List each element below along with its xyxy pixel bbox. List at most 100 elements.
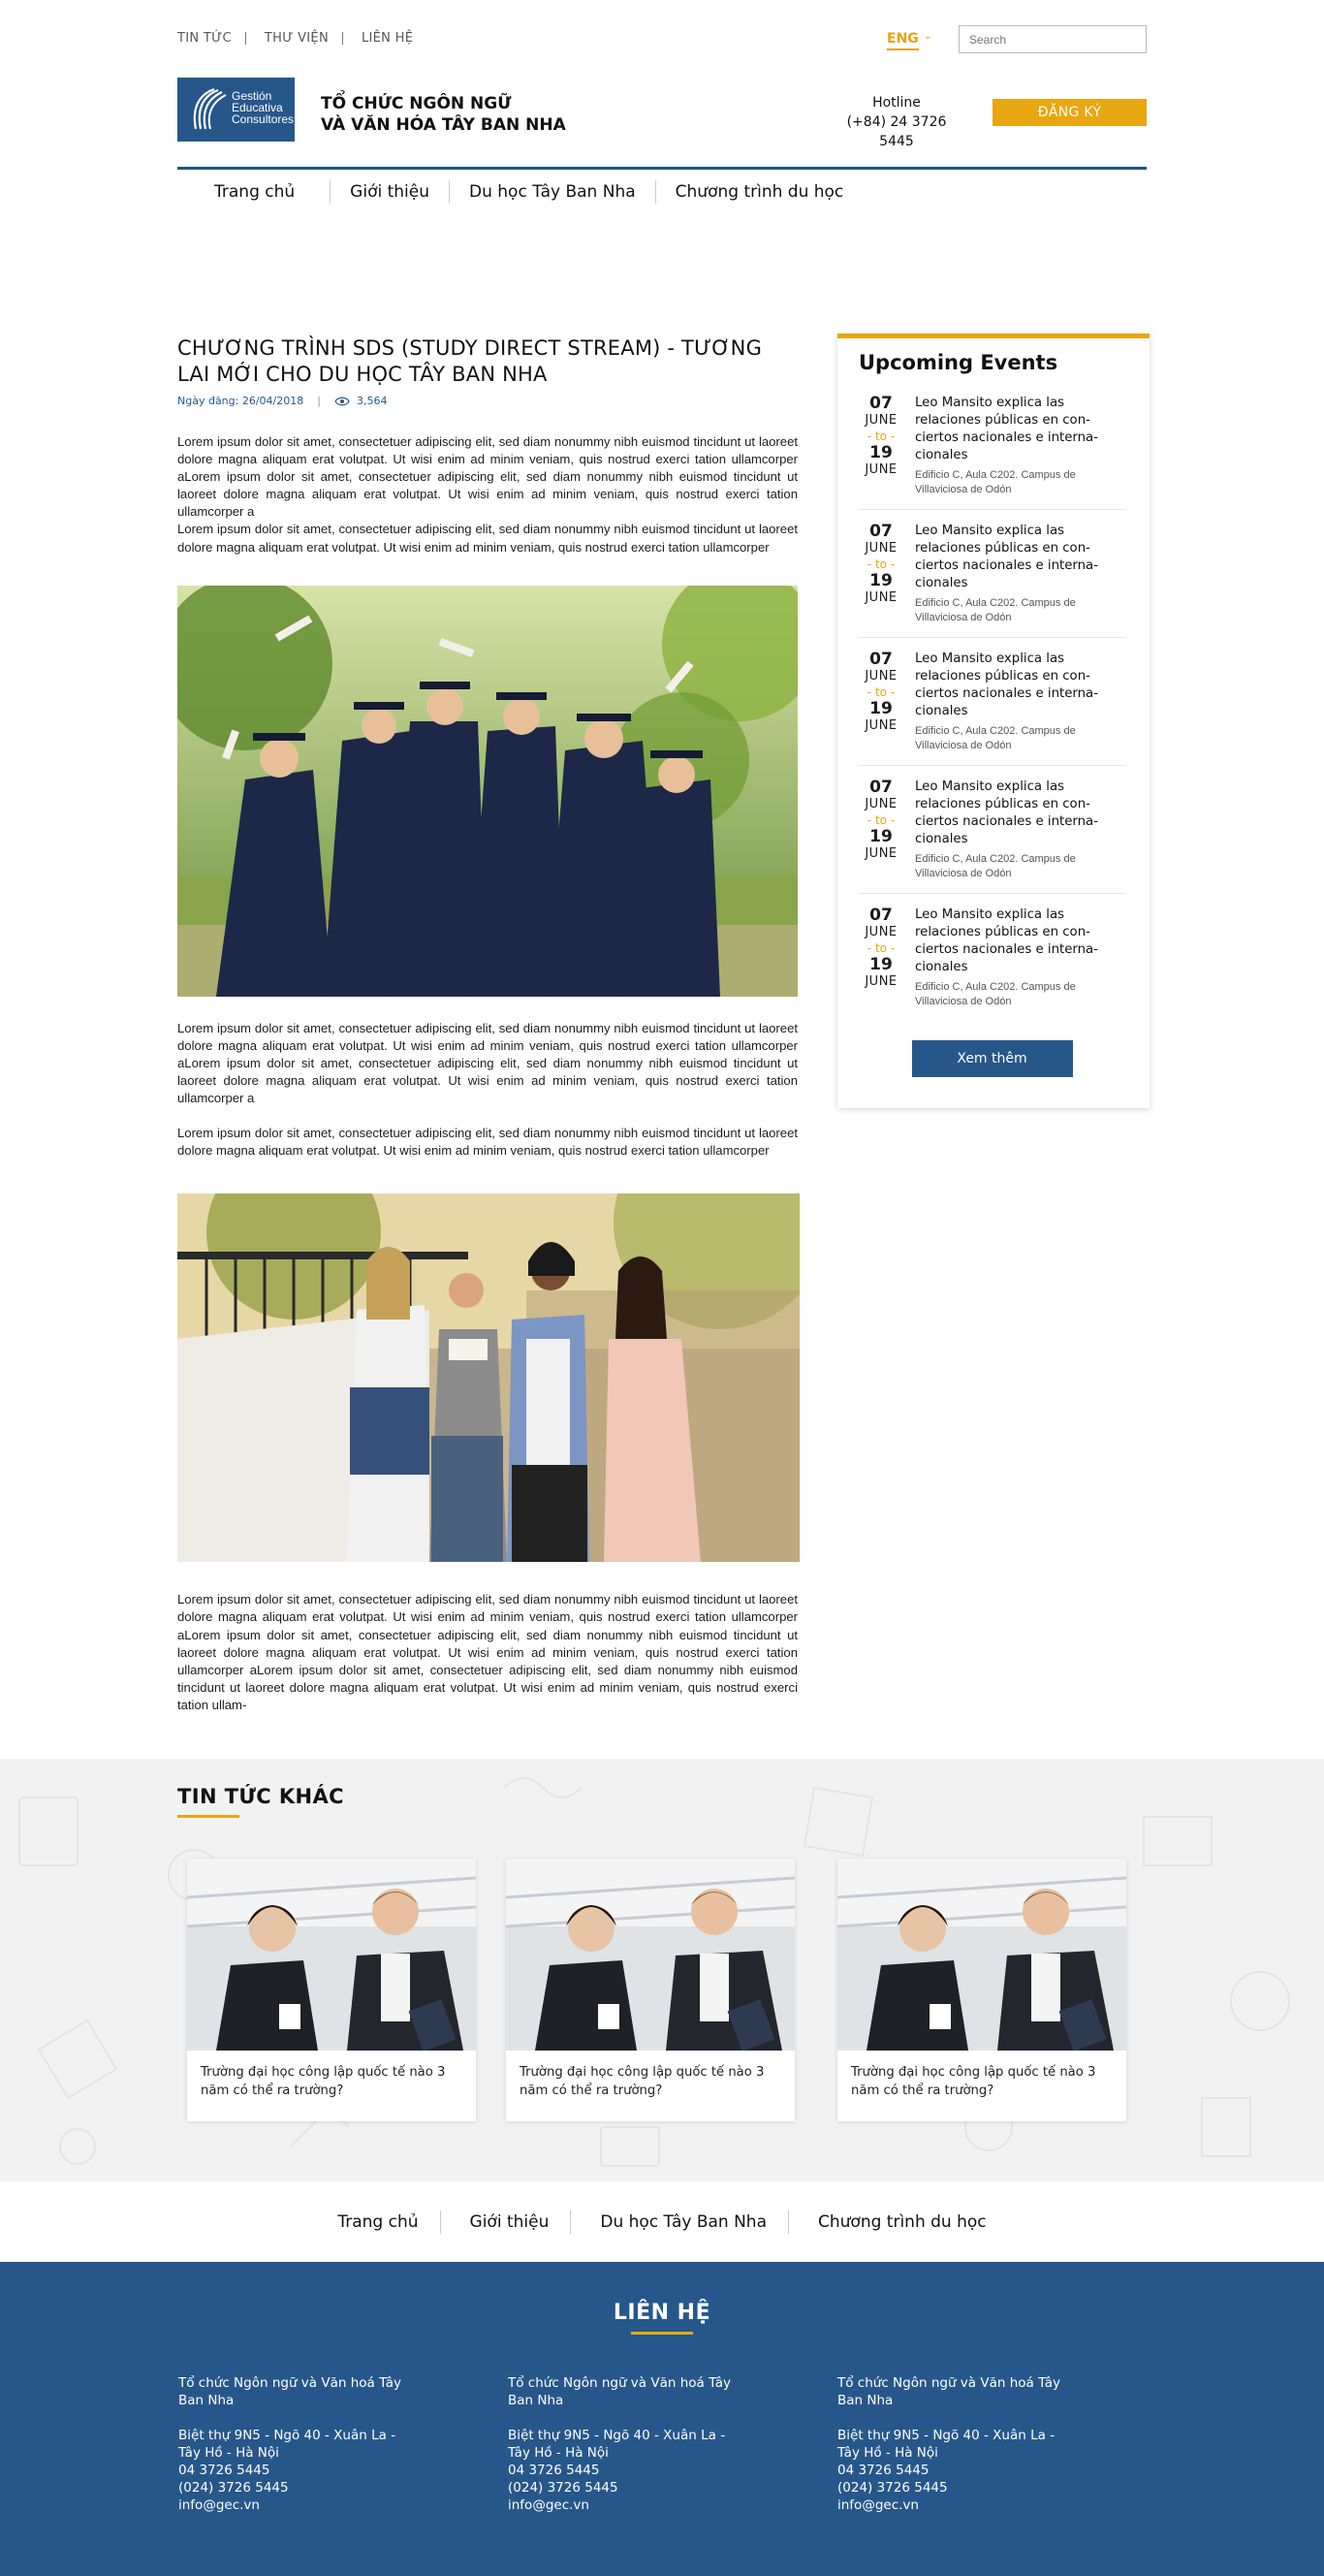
event-title[interactable]: Leo Mansito explica las relaciones públi… (915, 906, 1125, 976)
event-info: Leo Mansito explica las relaciones públi… (915, 523, 1125, 625)
event-title[interactable]: Leo Mansito explica las relaciones públi… (915, 651, 1125, 720)
event-location: Edificio C, Aula C202. Campus de Villavi… (915, 725, 1076, 751)
publish-date: Ngày đăng: 26/04/2018 (177, 395, 304, 407)
divider (341, 32, 343, 45)
event-info: Leo Mansito explica las relaciones públi… (915, 779, 1125, 881)
top-nav-contact[interactable]: LIÊN HỆ (362, 31, 413, 46)
event-start-month: JUNE (865, 413, 898, 428)
organization-name: TỔ CHỨC NGÔN NGỮ VÀ VĂN HÓA TÂY BAN NHA (321, 93, 566, 136)
main-content: CHƯƠNG TRÌNH SDS (STUDY DIRECT STREAM) -… (177, 213, 1150, 1759)
brand-bar: Gestión Educativa Consultores TỔ CHỨC NG… (177, 78, 1147, 167)
event-start-day: 07 (869, 778, 893, 797)
nav-home[interactable]: Trang chủ (177, 179, 331, 204)
event-start-day: 07 (869, 522, 893, 541)
contact-address: Biệt thự 9N5 - Ngõ 40 - Xuân La - Tây Hồ… (837, 2428, 1056, 2461)
news-card-image (837, 1859, 1126, 2051)
event-end-month: JUNE (865, 846, 898, 861)
contact-phone[interactable]: 04 3726 5445 (837, 2462, 1080, 2479)
chevron-down-icon[interactable]: ⌄ (924, 31, 931, 42)
news-card[interactable]: Trường đại học công lập quốc tế nào 3 nă… (187, 1859, 476, 2121)
event-info: Leo Mansito explica las relaciones públi… (915, 906, 1125, 1009)
event-end-day: 19 (869, 827, 893, 846)
event-item[interactable]: 07 JUNE - to -19 JUNE Leo Mansito explica la… (859, 510, 1125, 638)
language-selector[interactable]: ENG (887, 31, 919, 50)
logo-text-3: Consultores (232, 112, 295, 126)
top-nav-news[interactable]: TIN TỨC (177, 31, 232, 46)
main-nav: Trang chủ Giới thiệu Du học Tây Ban Nha … (177, 167, 1147, 213)
event-start-day: 07 (869, 906, 893, 925)
contact-email[interactable]: info@gec.vn (508, 2496, 750, 2514)
event-info: Leo Mansito explica las relaciones públi… (915, 651, 1125, 753)
contact-phone-2[interactable]: (024) 3726 5445 (837, 2479, 1080, 2496)
hotline: Hotline (+84) 24 3726 5445 (829, 93, 964, 151)
upcoming-events: Upcoming Events 07 JUNE - to -19 JUNE Leo Ma… (837, 334, 1150, 1108)
event-location: Edificio C, Aula C202. Campus de Villavi… (915, 597, 1076, 623)
event-date-separator: - to - (867, 429, 896, 443)
event-end-day: 19 (869, 699, 893, 718)
top-nav-library[interactable]: THƯ VIỆN (265, 31, 329, 46)
title-underline (631, 2332, 693, 2335)
article-paragraph: Lorem ipsum dolor sit amet, consectetuer… (177, 1592, 798, 1712)
org-name-line-2: VÀ VĂN HÓA TÂY BAN NHA (321, 115, 566, 135)
article-paragraph: Lorem ipsum dolor sit amet, consectetuer… (177, 434, 798, 520)
top-bar: TIN TỨC THƯ VIỆN LIÊN HỆ ENG ⌄ (177, 0, 1147, 78)
event-end-day: 19 (869, 955, 893, 974)
event-title[interactable]: Leo Mansito explica las relaciones públi… (915, 523, 1125, 592)
news-card[interactable]: Trường đại học công lập quốc tế nào 3 nă… (506, 1859, 795, 2121)
nav-study-spain[interactable]: Du học Tây Ban Nha (450, 179, 656, 204)
students-photo (177, 1193, 800, 1563)
logo[interactable]: Gestión Educativa Consultores (177, 78, 295, 142)
contact-org: Tổ chức Ngôn ngữ và Văn hoá Tây Ban Nha (837, 2375, 1061, 2408)
see-more-button[interactable]: Xem thêm (911, 1040, 1073, 1077)
news-card-title[interactable]: Trường đại học công lập quốc tế nào 3 nă… (506, 2051, 795, 2113)
contact-column: Tổ chức Ngôn ngữ và Văn hoá Tây Ban Nha … (837, 2374, 1080, 2514)
hotline-number[interactable]: (+84) 24 3726 5445 (829, 112, 964, 151)
contact-email[interactable]: info@gec.vn (837, 2496, 1080, 2514)
nav-programs[interactable]: Chương trình du học (656, 180, 864, 204)
nav-about[interactable]: Giới thiệu (331, 179, 450, 204)
event-item[interactable]: 07 JUNE - to -19 JUNE Leo Mansito explica la… (859, 638, 1125, 766)
search-input[interactable] (959, 25, 1147, 53)
hotline-label: Hotline (872, 95, 921, 111)
article-paragraph: Lorem ipsum dolor sit amet, consectetuer… (177, 1020, 798, 1106)
event-item[interactable]: 07 JUNE - to -19 JUNE Leo Mansito explica la… (859, 766, 1125, 894)
article-paragraph: Lorem ipsum dolor sit amet, consectetuer… (177, 522, 798, 555)
contact-column: Tổ chức Ngôn ngữ và Văn hoá Tây Ban Nha … (508, 2374, 750, 2514)
event-location: Edificio C, Aula C202. Campus de Villavi… (915, 853, 1076, 879)
news-card-title[interactable]: Trường đại học công lập quốc tế nào 3 nă… (837, 2051, 1126, 2113)
event-end-day: 19 (869, 443, 893, 462)
events-list: 07 JUNE - to -19 JUNE Leo Mansito explica la… (859, 382, 1125, 1021)
register-button[interactable]: ĐĂNG KÝ (993, 99, 1147, 126)
event-date: 07 JUNE - to -19 JUNE (859, 779, 903, 881)
event-item[interactable]: 07 JUNE - to -19 JUNE Leo Mansito explica la… (859, 382, 1125, 510)
contact-email[interactable]: info@gec.vn (178, 2496, 421, 2514)
contact-phone-2[interactable]: (024) 3726 5445 (178, 2479, 421, 2496)
footer-nav-home[interactable]: Trang chủ (337, 2210, 441, 2234)
event-date-separator: - to - (867, 685, 896, 699)
top-nav: TIN TỨC THƯ VIỆN LIÊN HỆ (177, 31, 413, 46)
event-item[interactable]: 07 JUNE - to -19 JUNE Leo Mansito explica la… (859, 894, 1125, 1021)
other-news-title: TIN TỨC KHÁC (177, 1785, 344, 1808)
logo-swoosh-icon (193, 87, 227, 130)
divider: | (317, 395, 321, 407)
contact-phone[interactable]: 04 3726 5445 (178, 2462, 421, 2479)
news-card-image (187, 1859, 476, 2051)
footer-nav-study-spain[interactable]: Du học Tây Ban Nha (571, 2210, 790, 2234)
other-news: TIN TỨC KHÁC Trường đại học công lập quố… (0, 1759, 1324, 2181)
event-date: 07 JUNE - to -19 JUNE (859, 906, 903, 1009)
event-location: Edificio C, Aula C202. Campus de Villavi… (915, 469, 1076, 495)
event-start-month: JUNE (865, 541, 898, 556)
news-card-title[interactable]: Trường đại học công lập quốc tế nào 3 nă… (187, 2051, 476, 2113)
graduates-photo (177, 585, 798, 997)
event-date: 07 JUNE - to -19 JUNE (859, 395, 903, 497)
contact-phone[interactable]: 04 3726 5445 (508, 2462, 750, 2479)
event-end-day: 19 (869, 571, 893, 590)
event-title[interactable]: Leo Mansito explica las relaciones públi… (915, 779, 1125, 848)
footer-nav-programs[interactable]: Chương trình du học (789, 2210, 987, 2234)
contact-phone-2[interactable]: (024) 3726 5445 (508, 2479, 750, 2496)
event-title[interactable]: Leo Mansito explica las relaciones públi… (915, 395, 1125, 464)
contact-title: LIÊN HỆ (613, 2301, 711, 2325)
event-start-day: 07 (869, 650, 893, 669)
news-card[interactable]: Trường đại học công lập quốc tế nào 3 nă… (837, 1859, 1126, 2121)
footer-nav-about[interactable]: Giới thiệu (441, 2210, 572, 2234)
